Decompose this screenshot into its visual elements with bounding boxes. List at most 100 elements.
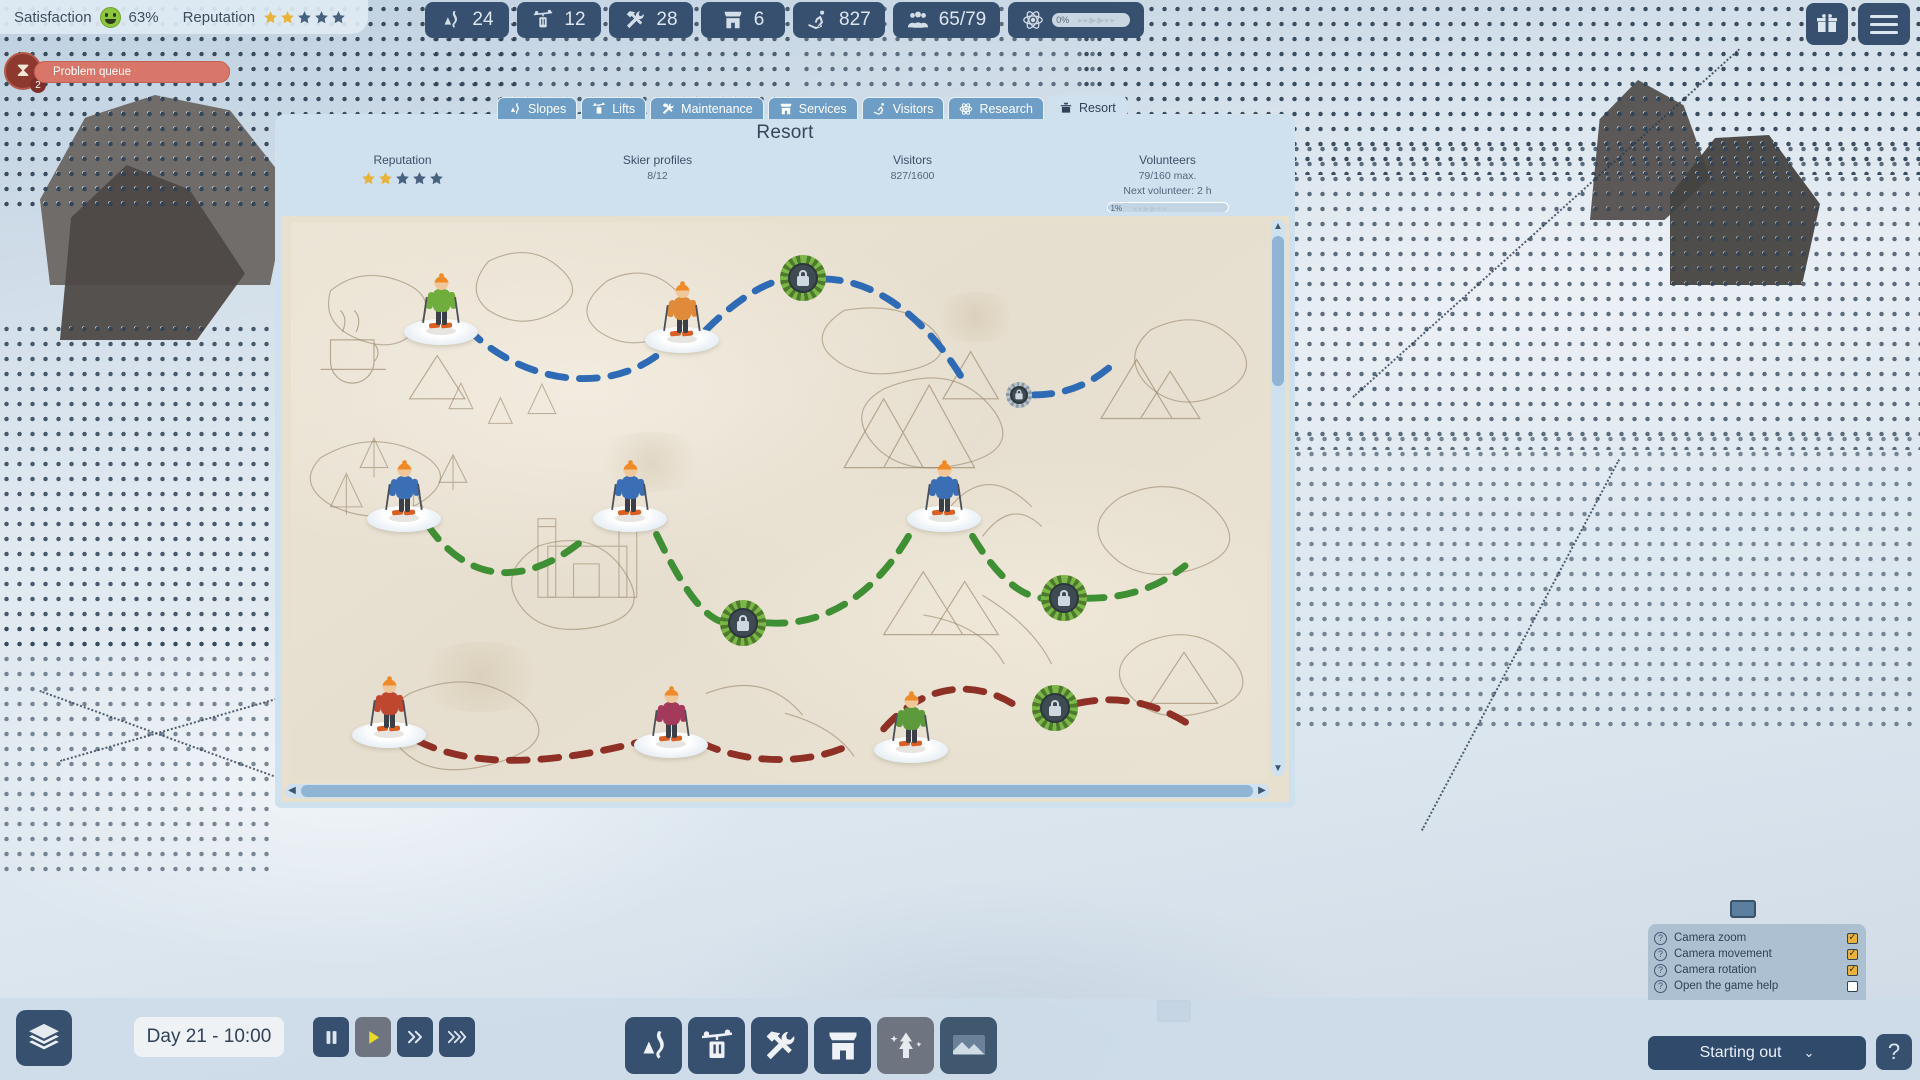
stat-services[interactable]: 6 — [701, 2, 785, 38]
star-icon — [263, 10, 278, 25]
locked-node-red-1[interactable] — [1031, 685, 1078, 732]
resource-stats-bar: 24 12 28 6 827 65/79 0% ▸▸▶▶▸▸ — [425, 2, 1145, 38]
tab-services[interactable]: Services — [767, 97, 858, 119]
scroll-left-arrow[interactable]: ◀ — [285, 784, 299, 798]
hint-checkbox[interactable] — [1847, 931, 1858, 944]
research-progress-bar: 0% ▸▸▶▶▸▸ — [1052, 13, 1131, 27]
skier-profile-orange-1[interactable] — [645, 281, 720, 354]
help-button[interactable]: ? — [1876, 1034, 1912, 1070]
hint-row-camera-rotation[interactable]: ? Camera rotation — [1654, 962, 1858, 978]
scroll-right-arrow[interactable]: ▶ — [1255, 784, 1269, 798]
locked-node-blue-2[interactable] — [1006, 381, 1033, 408]
research-progress-label: 0% — [1056, 15, 1070, 25]
stat-skiers-value: 827 — [839, 9, 871, 30]
skier-profile-blue-1[interactable] — [366, 460, 441, 532]
pause-button[interactable] — [313, 1017, 349, 1057]
stat-maintenance[interactable]: 28 — [609, 2, 693, 38]
locked-node-blue-1[interactable] — [779, 254, 826, 301]
fast-forward-button[interactable] — [397, 1017, 433, 1057]
game-clock[interactable]: Day 21 - 10:00 — [134, 1017, 284, 1057]
gift-icon[interactable] — [1806, 3, 1848, 45]
path-green-segment — [423, 521, 591, 577]
star-icon — [361, 171, 376, 186]
lock-icon — [787, 262, 818, 293]
locked-node-green-1[interactable] — [720, 599, 767, 646]
tab-lifts[interactable]: Lifts — [581, 97, 647, 119]
scroll-down-arrow[interactable]: ▼ — [1271, 762, 1285, 776]
tab-research-label: Research — [979, 101, 1033, 116]
skier-profile-blue-2[interactable] — [592, 460, 667, 532]
hint-checkbox[interactable] — [1847, 980, 1858, 992]
lock-icon — [1039, 693, 1070, 724]
play-button[interactable] — [355, 1017, 391, 1057]
fastest-forward-button[interactable] — [439, 1017, 475, 1057]
skier-figure — [659, 281, 705, 344]
resort-summary-stats: Reputation Skier profiles 8/12 Visitors … — [275, 153, 1295, 213]
tab-visitors-label: Visitors — [892, 101, 934, 116]
skier-profile-red-2[interactable] — [634, 686, 709, 758]
slopes-tool[interactable] — [625, 1017, 682, 1074]
skier-profile-red-3[interactable] — [874, 690, 949, 763]
tab-resort[interactable]: Resort — [1047, 95, 1127, 119]
path-green-segment — [653, 530, 730, 627]
star-icon — [395, 171, 410, 186]
skier-figure — [418, 273, 464, 336]
lift-cabin[interactable] — [1730, 900, 1756, 918]
panel-reputation-stars — [275, 171, 530, 186]
panel-tab-bar: Slopes Lifts Maintenance Services Visito… — [497, 95, 1127, 119]
layers-icon[interactable] — [16, 1010, 72, 1066]
maintenance-icon — [661, 102, 675, 116]
services-tool[interactable] — [814, 1017, 871, 1074]
stat-lifts[interactable]: 12 — [517, 2, 601, 38]
hint-checkbox[interactable] — [1847, 963, 1858, 976]
stat-lifts-value: 12 — [564, 9, 586, 30]
hint-checkbox[interactable] — [1847, 947, 1858, 960]
hint-row-open-game-help[interactable]: ? Open the game help — [1654, 978, 1858, 994]
tab-services-label: Services — [798, 101, 847, 116]
skier-profile-map[interactable]: ▲ ▼ ◀ ▶ — [275, 212, 1295, 808]
hint-row-camera-movement[interactable]: ? Camera movement — [1654, 946, 1858, 962]
path-red-segment — [413, 737, 641, 764]
tutorial-chapter-dropdown[interactable]: Starting out ⌄ — [1648, 1036, 1866, 1070]
terrain-tool[interactable] — [940, 1017, 997, 1074]
resort-icon — [1059, 101, 1073, 115]
satisfaction-label: Satisfaction — [14, 8, 92, 26]
stat-staff-value: 65/79 — [938, 9, 987, 30]
maintenance-tool[interactable] — [751, 1017, 808, 1074]
skier-profile-blue-3[interactable] — [906, 460, 981, 532]
decoration-tool[interactable] — [877, 1017, 934, 1074]
panel-visitors-label: Visitors — [892, 153, 933, 167]
skier-profile-red-1[interactable] — [351, 676, 426, 749]
satisfaction-indicator: Satisfaction 63% — [14, 6, 159, 28]
hamburger-menu-icon[interactable] — [1858, 3, 1910, 45]
panel-volunteers-value: 79/160 max. — [1138, 170, 1197, 182]
map-vertical-scrollbar[interactable]: ▲ ▼ — [1271, 220, 1285, 776]
paper-stain — [411, 642, 551, 712]
tab-maintenance[interactable]: Maintenance — [650, 97, 764, 119]
panel-col-volunteers: Volunteers 79/160 max. Next volunteer: 2… — [1040, 153, 1295, 213]
smiley-face-icon — [99, 6, 121, 28]
stat-skiers[interactable]: 827 — [793, 2, 885, 38]
scroll-thumb-horizontal[interactable] — [301, 785, 1253, 797]
hint-row-camera-zoom[interactable]: ? Camera zoom — [1654, 930, 1858, 946]
resort-panel: Resort Reputation Skier profiles 8/12 Vi… — [275, 114, 1295, 214]
stat-research[interactable]: 0% ▸▸▶▶▸▸ — [1008, 2, 1145, 38]
panel-col-skier-profiles: Skier profiles 8/12 — [530, 153, 785, 213]
map-horizontal-scrollbar[interactable]: ◀ ▶ — [285, 784, 1269, 798]
atom-icon — [1022, 9, 1044, 31]
reputation-indicator: Reputation — [183, 9, 347, 26]
scroll-up-arrow[interactable]: ▲ — [1271, 220, 1285, 234]
satisfaction-value: 63% — [128, 8, 159, 26]
status-hud: Satisfaction 63% Reputation — [0, 0, 369, 34]
tab-visitors[interactable]: Visitors — [861, 97, 945, 119]
problem-queue-banner[interactable]: Problem queue — [34, 61, 230, 83]
tab-research[interactable]: Research — [948, 97, 1044, 119]
scroll-thumb-vertical[interactable] — [1272, 236, 1284, 386]
stat-slopes[interactable]: 24 — [425, 2, 509, 38]
skier-icon — [873, 102, 887, 116]
stat-staff[interactable]: 65/79 — [892, 2, 1001, 38]
skier-profile-green-1[interactable] — [404, 273, 479, 346]
lifts-tool[interactable] — [688, 1017, 745, 1074]
locked-node-green-2[interactable] — [1040, 575, 1087, 622]
tab-slopes[interactable]: Slopes — [497, 97, 578, 119]
